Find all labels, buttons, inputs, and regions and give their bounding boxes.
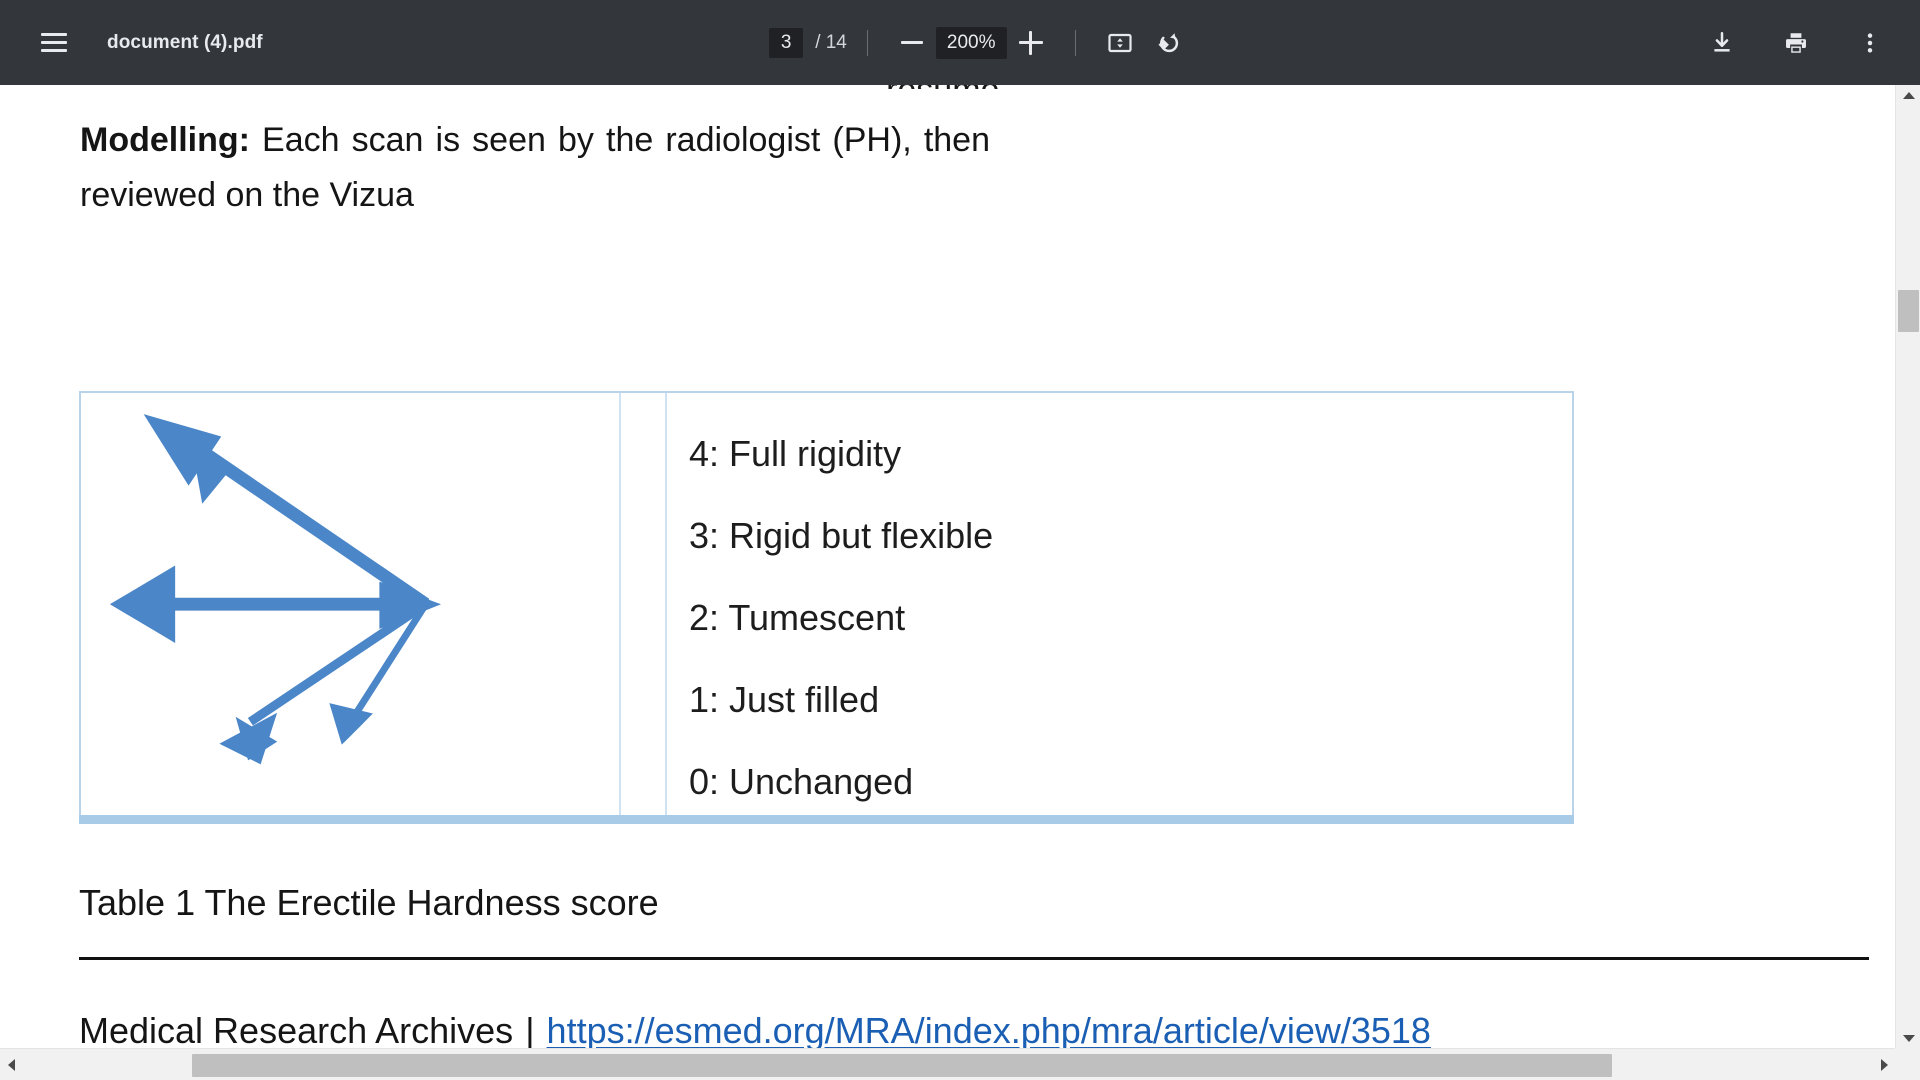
erectile-hardness-score-table: 4: Full rigidity 3: Rigid but flexible 2… <box>79 391 1574 823</box>
print-icon <box>1786 32 1806 53</box>
clipped-top-text: resume. <box>0 85 1895 89</box>
footer-article-link[interactable]: https://esmed.org/MRA/index.php/mra/arti… <box>547 1010 1431 1048</box>
page-footer: Medical Research Archives | https://esme… <box>79 1010 1431 1048</box>
toolbar-right-group <box>1698 19 1920 67</box>
vertical-scrollbar[interactable] <box>1895 85 1920 1048</box>
fit-to-page-icon <box>1107 33 1132 52</box>
toolbar-left-group: document (4).pdf <box>0 19 263 67</box>
triangle-right-icon <box>1880 1059 1888 1071</box>
scale-item: 4: Full rigidity <box>689 433 902 474</box>
pdf-page-3: resume. Modelling: Each scan is seen by … <box>0 85 1895 1048</box>
print-button[interactable] <box>1772 19 1820 67</box>
footer-journal-name: Medical Research Archives <box>79 1010 514 1048</box>
triangle-left-icon <box>7 1059 15 1071</box>
download-icon <box>1714 31 1730 52</box>
scroll-left-button[interactable] <box>0 1049 22 1080</box>
scale-item: 3: Rigid but flexible <box>689 515 994 556</box>
more-options-button[interactable] <box>1846 19 1894 67</box>
horizontal-scroll-thumb[interactable] <box>192 1054 1612 1077</box>
horizontal-scrollbar[interactable] <box>0 1048 1895 1080</box>
minus-icon <box>900 41 923 44</box>
table-caption: Table 1 The Erectile Hardness score <box>79 882 659 923</box>
download-button[interactable] <box>1698 19 1746 67</box>
pdf-toolbar: document (4).pdf / 14 200% <box>0 0 1920 85</box>
rotate-counterclockwise-icon <box>1157 32 1178 52</box>
page-total-label: / 14 <box>815 31 847 53</box>
hamburger-menu-icon[interactable] <box>30 19 78 67</box>
zoom-level-display[interactable]: 200% <box>935 26 1007 59</box>
table-cell-spacer <box>621 393 667 823</box>
body-paragraph: Modelling: Each scan is seen by the radi… <box>80 113 990 223</box>
footer-divider-rule <box>79 957 1869 960</box>
vertical-scroll-thumb[interactable] <box>1898 290 1919 332</box>
table-cell-figure <box>81 393 621 823</box>
scroll-down-button[interactable] <box>1896 1028 1920 1048</box>
rotate-button[interactable] <box>1144 19 1192 67</box>
hamburger-glyph <box>41 33 67 52</box>
page-navigation: / 14 <box>769 27 847 58</box>
fit-to-page-button[interactable] <box>1096 19 1144 67</box>
pdf-viewer-window: document (4).pdf / 14 200% <box>0 0 1920 1080</box>
document-scroll-area[interactable]: resume. Modelling: Each scan is seen by … <box>0 85 1895 1048</box>
toolbar-divider-2 <box>1074 29 1076 56</box>
table-cell-scale-list: 4: Full rigidity 3: Rigid but flexible 2… <box>667 393 1572 823</box>
document-title: document (4).pdf <box>107 31 263 53</box>
plus-icon <box>1018 30 1043 55</box>
page-number-input[interactable] <box>769 27 804 58</box>
scale-item: 0: Unchanged <box>689 761 914 802</box>
footer-separator: | <box>525 1010 535 1048</box>
toolbar-divider-1 <box>866 29 868 56</box>
scrollbar-corner <box>1895 1048 1920 1080</box>
triangle-down-icon <box>1902 1034 1915 1042</box>
scroll-up-button[interactable] <box>1896 85 1920 105</box>
zoom-out-button[interactable] <box>888 19 936 67</box>
toolbar-center-group: / 14 200% <box>263 19 1698 67</box>
scale-item: 2: Tumescent <box>689 597 906 638</box>
zoom-in-button[interactable] <box>1007 19 1055 67</box>
zoom-controls: 200% <box>888 19 1055 67</box>
more-vertical-icon <box>1867 32 1873 53</box>
scroll-right-button[interactable] <box>1873 1049 1895 1080</box>
triangle-up-icon <box>1902 91 1915 99</box>
paragraph-label: Modelling: <box>80 121 250 159</box>
four-blue-arrows-diagram <box>109 414 442 765</box>
table-bottom-band <box>79 815 1574 824</box>
scale-item: 1: Just filled <box>689 679 880 720</box>
